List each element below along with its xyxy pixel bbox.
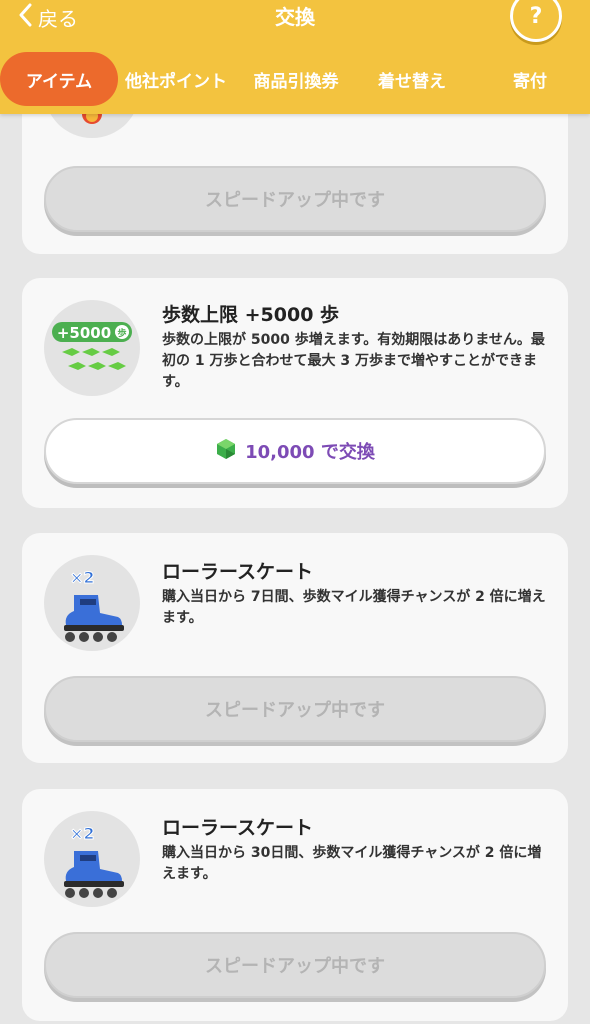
tab-donation[interactable]: 寄付: [476, 52, 584, 106]
gem-icon: [215, 438, 237, 465]
item-description: 歩数の上限が 5000 歩増えます。有効期限はありません。最初の 1 万歩と合わ…: [162, 332, 545, 390]
item-description: 購入当日から 30日間、歩数マイル獲得チャンスが 2 倍に増えます。: [162, 845, 542, 882]
roller-skate-icon: ×2: [44, 555, 140, 651]
svg-text:歩: 歩: [117, 327, 126, 339]
item-card: ×2 ローラースケート 購入当日から 30日間、歩数マイル獲得チャンスが 2 倍…: [22, 789, 568, 1021]
help-button[interactable]: ?: [510, 0, 562, 42]
svg-text:×2: ×2: [70, 568, 95, 587]
tab-other-points[interactable]: 他社ポイント: [120, 52, 232, 106]
speed-up-status-button: スピードアップ中です: [44, 932, 546, 998]
item-description: 購入当日から 7日間、歩数マイル獲得チャンスが 2 倍に増えます。: [162, 589, 546, 626]
tab-bar: アイテム 他社ポイント 商品引換券 着せ替え 寄付: [0, 52, 590, 106]
tab-vouchers[interactable]: 商品引換券: [240, 52, 352, 106]
roller-skate-icon: ×2: [44, 811, 140, 907]
exchange-button[interactable]: 10,000 で交換: [44, 418, 546, 484]
svg-text:+5000: +5000: [57, 324, 111, 342]
item-name: 歩数上限 +5000 歩: [162, 304, 340, 326]
item-card: +5000 歩 歩数上限 +5000 歩 歩数の上限が 5000 歩増えます。有…: [22, 278, 568, 508]
tab-items[interactable]: アイテム: [0, 52, 118, 106]
item-name: ローラースケート: [162, 561, 314, 583]
app-header: 戻る 交換 ? アイテム 他社ポイント 商品引換券 着せ替え 寄付: [0, 0, 590, 114]
speed-up-status-button: スピードアップ中です: [44, 166, 546, 232]
page-title: 交換: [275, 5, 315, 29]
question-icon: ?: [529, 3, 543, 29]
svg-text:×2: ×2: [70, 824, 95, 843]
item-name: ローラースケート: [162, 817, 314, 839]
speed-up-status-button: スピードアップ中です: [44, 676, 546, 742]
tab-skins[interactable]: 着せ替え: [358, 52, 466, 106]
step-limit-icon: +5000 歩: [44, 300, 140, 396]
item-card: ×2 ローラースケート 購入当日から 7日間、歩数マイル獲得チャンスが 2 倍に…: [22, 533, 568, 763]
exchange-button-label: 10,000 で交換: [245, 442, 375, 463]
